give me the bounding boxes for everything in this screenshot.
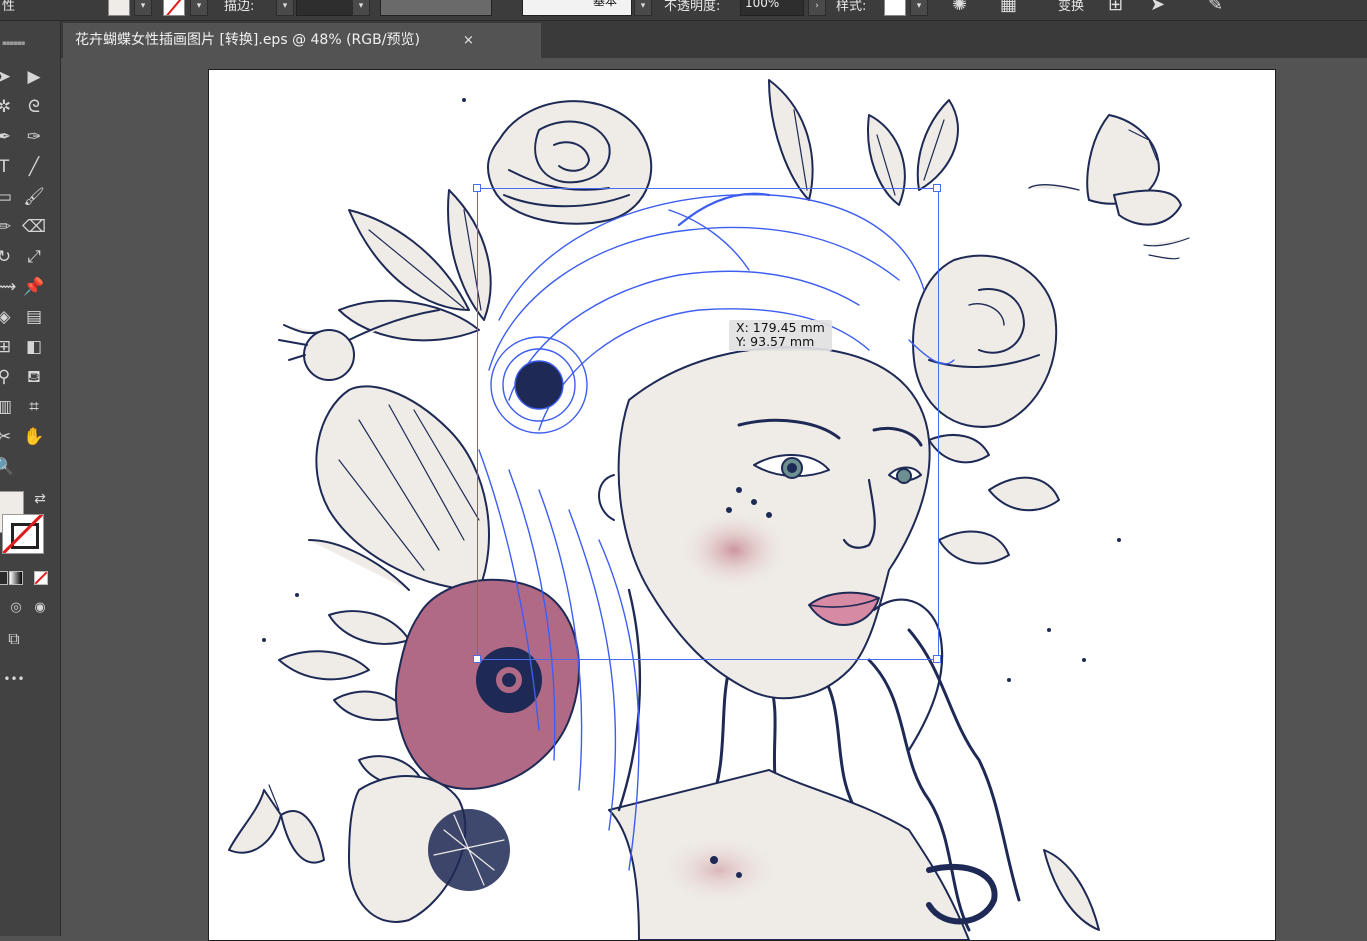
leaves-right: [928, 434, 1100, 931]
opacity-field[interactable]: 100%: [740, 0, 804, 16]
align-icon[interactable]: ▦: [1000, 0, 1017, 15]
hand-tool-icon[interactable]: ✋: [22, 425, 46, 449]
zoom-tool-icon[interactable]: 🔍: [0, 455, 16, 479]
control-bar: 性 ▾ ▾ 描边: ▾ ▾ 基本 ▾ 不透明度: 100% › 样式: ▾ ✺ …: [0, 0, 1367, 21]
selection-handle-top-left[interactable]: [473, 184, 481, 192]
graphic-style-swatch[interactable]: [884, 0, 906, 16]
recolor-artwork-icon[interactable]: ✺: [952, 0, 967, 15]
stroke-weight-stepper[interactable]: ▾: [276, 0, 294, 16]
eraser-tool-icon[interactable]: ⌫: [22, 215, 46, 239]
line-tool-icon[interactable]: ╱: [22, 155, 46, 179]
opacity-label[interactable]: 不透明度:: [664, 0, 720, 14]
brush-dropdown[interactable]: ▾: [634, 0, 652, 16]
perspective-grid-tool-icon[interactable]: ▤: [22, 305, 46, 329]
butterfly-small: [228, 784, 325, 864]
magic-wand-tool-icon[interactable]: ✲: [0, 95, 16, 119]
cursor-coordinate-readout: X: 179.45 mm Y: 93.57 mm: [729, 320, 832, 351]
brush-definition[interactable]: 基本: [522, 0, 632, 16]
lasso-tool-icon[interactable]: ᘓ: [22, 95, 46, 119]
stroke-weight-field[interactable]: [296, 0, 354, 16]
curvature-tool-icon[interactable]: ✑: [22, 125, 46, 149]
style-dropdown[interactable]: ▾: [910, 0, 928, 16]
pencil-tool-icon[interactable]: ✏: [0, 215, 16, 239]
isolate-icon[interactable]: ⊞: [1108, 0, 1123, 15]
gradient-tool-icon[interactable]: ◧: [22, 335, 46, 359]
swap-fill-stroke-icon[interactable]: ⇄: [28, 487, 52, 511]
edit-toolbar-icon[interactable]: •••: [2, 667, 26, 691]
paintbrush-tool-icon[interactable]: 🖌: [22, 185, 46, 209]
style-label: 样式:: [836, 0, 867, 14]
stroke-weight-dropdown[interactable]: ▾: [352, 0, 370, 16]
butterfly-top-right: [1028, 114, 1190, 260]
panel-grip[interactable]: ▪▪▪▪▪▪: [2, 39, 25, 47]
stroke-color-picker[interactable]: [163, 0, 185, 16]
column-graph-tool-icon[interactable]: ▥: [0, 395, 16, 419]
selection-handle-bottom-left[interactable]: [473, 655, 481, 663]
type-tool-icon[interactable]: T: [0, 155, 16, 179]
shape-builder-tool-icon[interactable]: ◈: [0, 305, 16, 329]
draw-inside-icon[interactable]: ◉: [28, 596, 52, 620]
readout-y: Y: 93.57 mm: [736, 334, 815, 349]
select-similar-icon[interactable]: ➤: [1150, 0, 1165, 15]
fill-color-picker[interactable]: [108, 0, 130, 16]
document-tab-bar: 花卉蝴蝶女性插画图片 [转换].eps @ 48% (RGB/预览) ×: [61, 21, 1367, 58]
screen-mode-icon[interactable]: ⧉: [2, 627, 26, 651]
protea-flower: [308, 385, 490, 591]
stroke-label[interactable]: 描边:: [224, 0, 254, 14]
properties-label: 性: [2, 0, 16, 14]
rectangle-tool-icon[interactable]: ▭: [0, 185, 16, 209]
close-tab-icon[interactable]: ×: [463, 23, 474, 58]
document-tab[interactable]: 花卉蝴蝶女性插画图片 [转换].eps @ 48% (RGB/预览) ×: [63, 23, 541, 58]
selection-handle-bottom-right[interactable]: [933, 655, 941, 663]
pen-tool-icon[interactable]: ✒: [0, 125, 16, 149]
transform-link[interactable]: 变换: [1058, 0, 1084, 14]
gradient-mode-icon[interactable]: [9, 571, 23, 585]
eyedropper-tool-icon[interactable]: ⚲: [0, 365, 16, 389]
mesh-tool-icon[interactable]: ⊞: [0, 335, 16, 359]
flower-cluster-bottom: [348, 775, 510, 923]
selection-handle-top-right[interactable]: [933, 184, 941, 192]
artboard-tool-icon[interactable]: ⌗: [22, 395, 46, 419]
artboard-canvas[interactable]: X: 179.45 mm Y: 93.57 mm: [208, 69, 1276, 941]
color-mode-icon[interactable]: [0, 571, 8, 585]
rotate-tool-icon[interactable]: ↻: [0, 245, 16, 269]
leaves-top: [768, 79, 959, 206]
symbol-sprayer-tool-icon[interactable]: ⛾: [22, 365, 46, 389]
selection-tool-icon[interactable]: ➤: [0, 65, 16, 89]
fill-dropdown[interactable]: ▾: [134, 0, 152, 16]
stroke-swatch[interactable]: [2, 514, 44, 554]
none-mode-icon[interactable]: [34, 571, 48, 585]
readout-x: X: 179.45 mm: [736, 320, 825, 335]
width-tool-icon[interactable]: ⟿: [0, 275, 16, 299]
puppet-warp-tool-icon[interactable]: 📌: [22, 275, 46, 299]
slice-tool-icon[interactable]: ✂: [0, 425, 16, 449]
direct-selection-tool-icon[interactable]: ▶: [22, 65, 46, 89]
tools-panel: ▪▪▪▪▪▪ ➤ ▶ ✲ ᘓ ✒ ✑ T ╱ ▭ 🖌 ✏ ⌫ ↻ ⤢ ⟿ 📌 ◈…: [0, 21, 61, 936]
variable-width-profile[interactable]: [380, 0, 492, 16]
stroke-dropdown[interactable]: ▾: [190, 0, 208, 16]
selection-bounding-box[interactable]: [477, 188, 939, 660]
opacity-arrow[interactable]: ›: [808, 0, 826, 16]
document-title: 花卉蝴蝶女性插画图片 [转换].eps @ 48% (RGB/预览): [75, 32, 420, 48]
pen-options-icon[interactable]: ✎: [1208, 0, 1223, 15]
draw-normal-icon[interactable]: ◎: [4, 596, 28, 620]
scale-tool-icon[interactable]: ⤢: [22, 245, 46, 269]
